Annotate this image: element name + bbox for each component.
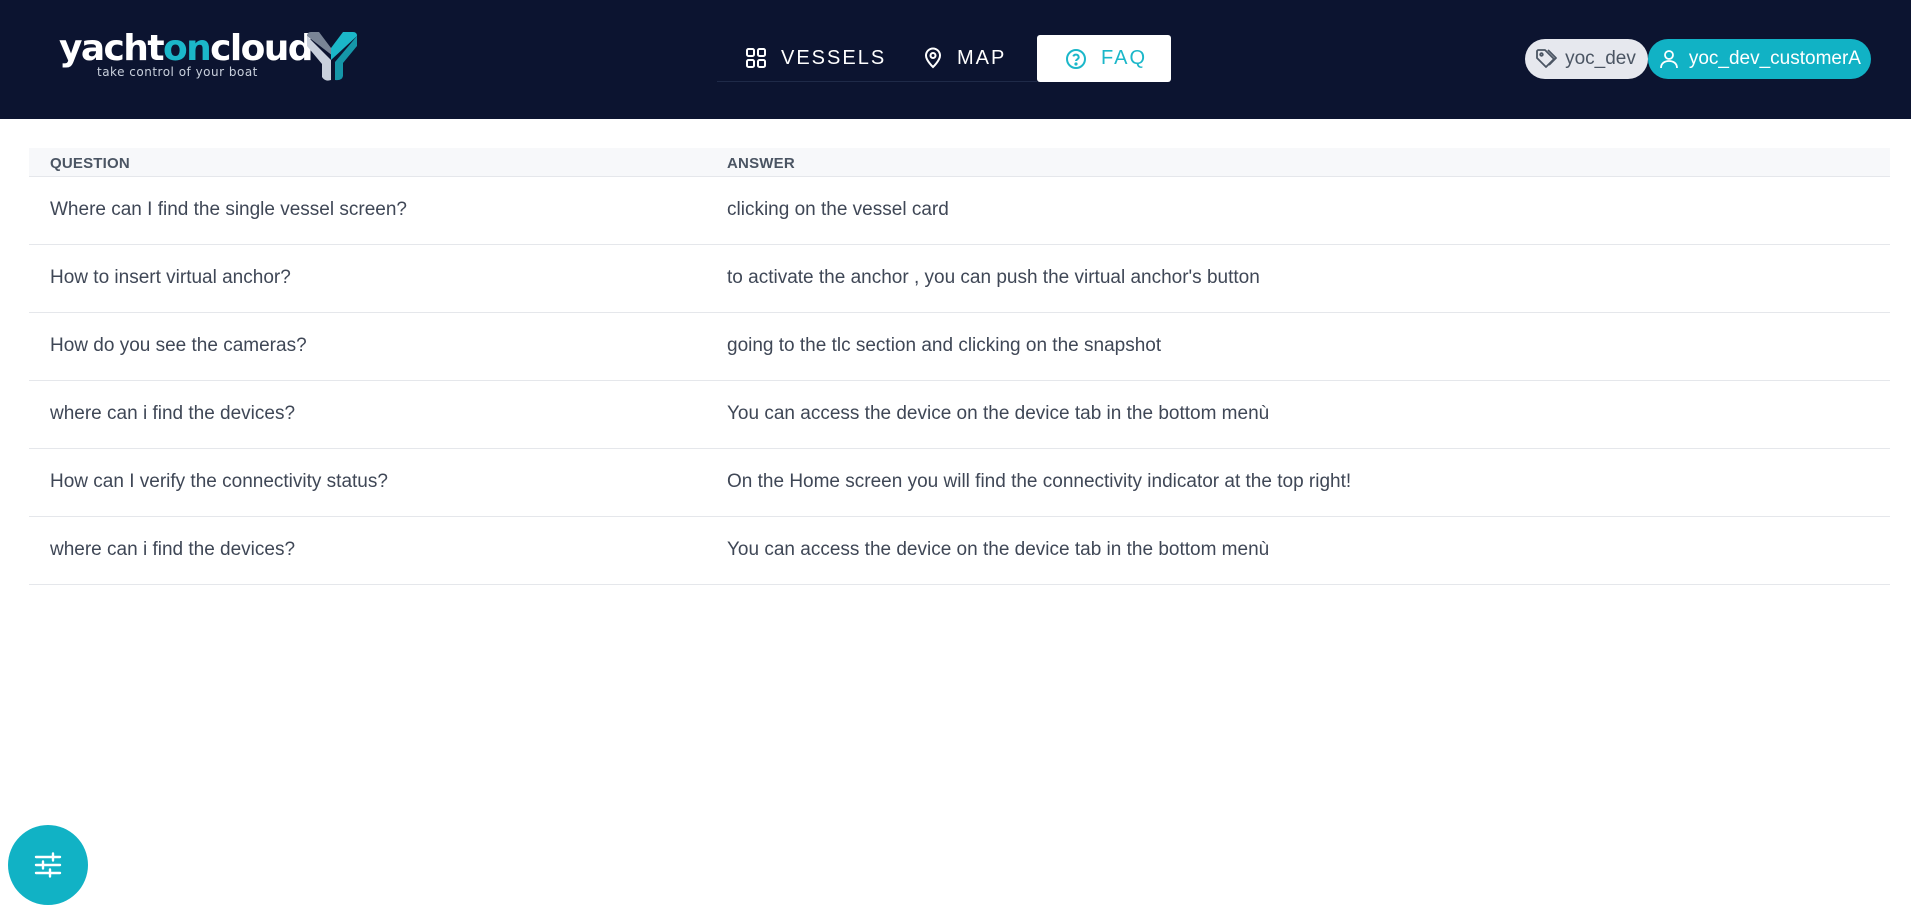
table-row[interactable]: How to insert virtual anchor? to activat… [29, 244, 1890, 313]
faq-answer-cell: to activate the anchor , you can push th… [706, 244, 1890, 313]
nav-tab-map[interactable]: MAP [895, 35, 1037, 82]
tenant-tag-chip[interactable]: yoc_dev [1525, 39, 1648, 79]
top-header: yachtoncloud take control of your boat V… [0, 0, 1911, 119]
faq-answer-cell: On the Home screen you will find the con… [706, 448, 1890, 517]
faq-answer-cell: You can access the device on the device … [706, 516, 1890, 585]
account-chips: yoc_dev yoc_dev_customerA [1525, 39, 1871, 79]
tenant-tag-label: yoc_dev [1565, 48, 1636, 69]
map-pin-icon [924, 47, 942, 69]
user-icon [1659, 50, 1678, 69]
faq-answer-cell: You can access the device on the device … [706, 380, 1890, 449]
faq-question-cell: How can I verify the connectivity status… [29, 448, 706, 517]
table-row[interactable]: where can i find the devices? You can ac… [29, 516, 1890, 585]
faq-question-cell: How to insert virtual anchor? [29, 244, 706, 313]
table-row[interactable]: where can i find the devices? You can ac… [29, 380, 1890, 449]
faq-question-cell: Where can I find the single vessel scree… [29, 176, 706, 245]
nav-tab-label: VESSELS [781, 46, 887, 69]
faq-table-container: QUESTION ANSWER Where can I find the sin… [29, 148, 1890, 585]
faq-answer-cell: going to the tlc section and clicking on… [706, 312, 1890, 381]
main-nav: VESSELS MAP FAQ [717, 35, 1171, 82]
column-header-answer: ANSWER [706, 148, 1890, 177]
faq-answer-cell: clicking on the vessel card [706, 176, 1890, 245]
table-row[interactable]: How can I verify the connectivity status… [29, 448, 1890, 517]
faq-table: QUESTION ANSWER Where can I find the sin… [29, 148, 1890, 585]
help-circle-icon [1066, 48, 1086, 69]
sliders-icon [34, 852, 62, 878]
nav-tab-faq[interactable]: FAQ [1037, 35, 1171, 82]
table-header-row: QUESTION ANSWER [29, 148, 1890, 177]
table-row[interactable]: How do you see the cameras? going to the… [29, 312, 1890, 381]
brand-tagline: take control of your boat [97, 65, 258, 79]
nav-tab-vessels[interactable]: VESSELS [717, 35, 895, 82]
grid-icon [746, 48, 766, 68]
filter-settings-fab[interactable] [8, 825, 88, 905]
faq-question-cell: where can i find the devices? [29, 380, 706, 449]
user-account-label: yoc_dev_customerA [1688, 48, 1861, 69]
nav-tab-label: MAP [957, 46, 1007, 69]
brand-wordmark: yachtoncloud [59, 28, 314, 69]
brand-y-mark-icon [307, 32, 357, 81]
table-row[interactable]: Where can I find the single vessel scree… [29, 176, 1890, 245]
column-header-question: QUESTION [29, 148, 706, 177]
nav-tab-label: FAQ [1101, 47, 1148, 69]
user-account-chip[interactable]: yoc_dev_customerA [1647, 39, 1871, 79]
faq-question-cell: How do you see the cameras? [29, 312, 706, 381]
tag-icon [1536, 49, 1557, 68]
faq-question-cell: where can i find the devices? [29, 516, 706, 585]
brand-logo[interactable]: yachtoncloud take control of your boat [59, 28, 359, 84]
